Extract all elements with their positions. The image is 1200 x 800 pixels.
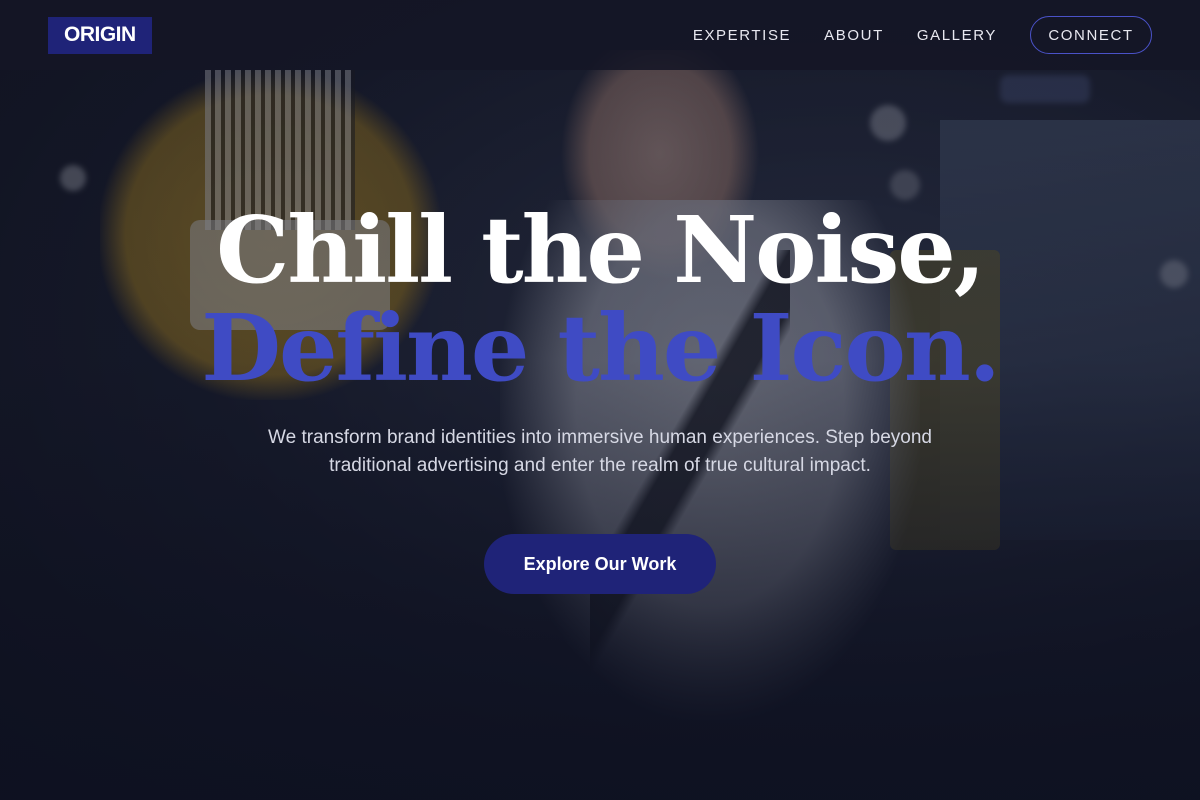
- connect-button[interactable]: CONNECT: [1030, 16, 1152, 54]
- hero-headline-line1: Chill the Noise,: [216, 196, 986, 304]
- hero-headline-line2: Define the Icon.: [201, 294, 1001, 402]
- explore-work-button[interactable]: Explore Our Work: [484, 534, 716, 594]
- hero-subtext: We transform brand identities into immer…: [268, 427, 932, 476]
- nav-link-expertise[interactable]: EXPERTISE: [693, 27, 791, 44]
- nav-links: EXPERTISE ABOUT GALLERY CONNECT: [693, 16, 1152, 54]
- hero-section: Chill the Noise, Define the Icon. We tra…: [0, 200, 1200, 594]
- nav-link-about[interactable]: ABOUT: [824, 27, 884, 44]
- top-navbar: ORIGIN EXPERTISE ABOUT GALLERY CONNECT: [0, 0, 1200, 70]
- brand-logo[interactable]: ORIGIN: [48, 16, 152, 54]
- nav-link-gallery[interactable]: GALLERY: [917, 27, 997, 44]
